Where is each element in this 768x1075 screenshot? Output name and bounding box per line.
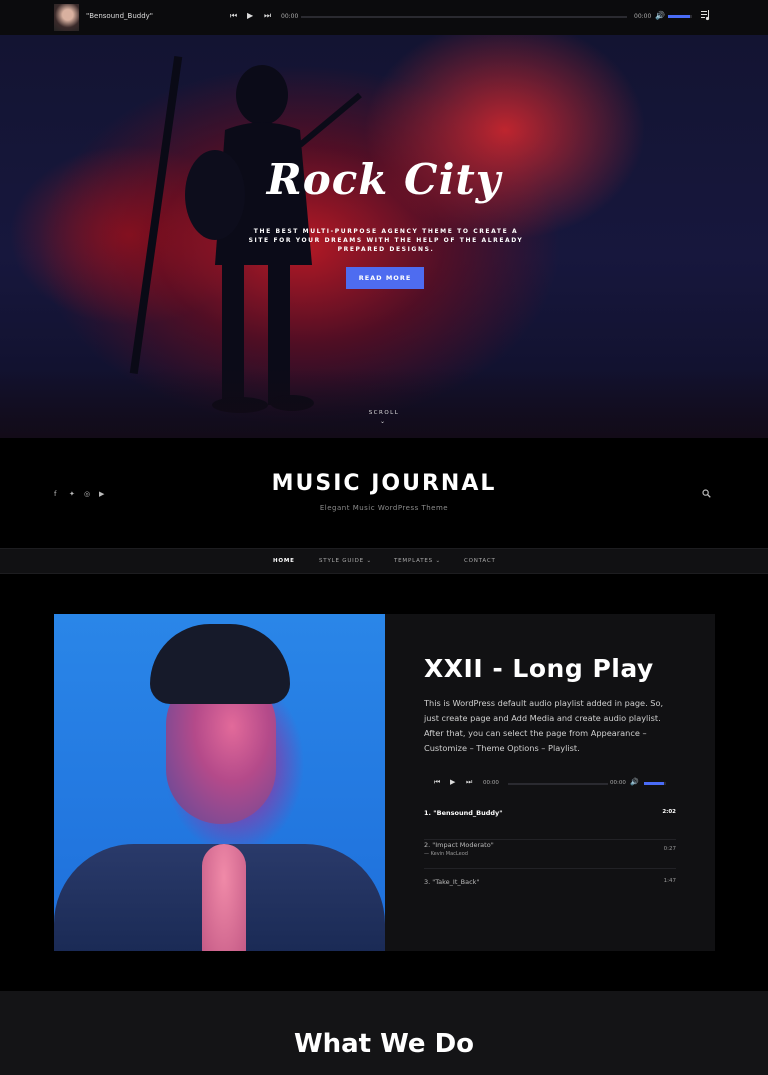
- time-current: 00:00: [281, 13, 299, 20]
- volume-fill: [668, 15, 690, 18]
- nav-home[interactable]: HOME: [273, 558, 295, 564]
- scroll-label[interactable]: SCROLL: [0, 410, 768, 416]
- what-we-do-section: What We Do: [0, 991, 768, 1075]
- section-title: What We Do: [293, 1029, 475, 1059]
- track-title[interactable]: 1. "Bensound_Buddy": [424, 809, 503, 817]
- track-thumbnail: [54, 4, 79, 31]
- next-track-icon[interactable]: ⏭: [264, 11, 271, 21]
- playlist-description: This is WordPress default audio playlist…: [424, 698, 664, 753]
- photo-hands: [202, 844, 246, 951]
- nav-templates[interactable]: TEMPLATES ⌄: [394, 558, 441, 564]
- play-icon[interactable]: ▶: [247, 11, 253, 20]
- main-navigation: HOME STYLE GUIDE ⌄ TEMPLATES ⌄ CONTACT: [0, 548, 768, 574]
- time-total: 00:00: [610, 780, 626, 786]
- volume-fill: [644, 782, 664, 785]
- playlist-title: XXII - Long Play: [424, 654, 654, 683]
- track-duration: 0:27: [663, 846, 676, 852]
- artist-photo: [54, 614, 385, 951]
- track-title[interactable]: 2. "Impact Moderato": [424, 841, 494, 849]
- track-title[interactable]: 3. "Take_It_Back": [424, 878, 479, 886]
- playlist-icon[interactable]: [701, 10, 711, 21]
- previous-track-icon[interactable]: ⏮: [230, 11, 237, 21]
- track-artist: — Kevin MacLeod: [424, 851, 468, 857]
- playlist-track[interactable]: 3. "Take_It_Back" 1:47: [424, 878, 676, 903]
- progress-bar[interactable]: [508, 783, 608, 785]
- time-total: 00:00: [634, 13, 652, 20]
- track-duration: 1:47: [663, 878, 676, 884]
- next-track-icon[interactable]: ⏭: [466, 778, 472, 787]
- nav-contact[interactable]: CONTACT: [464, 558, 496, 564]
- playlist-audio-player: ⏮ ▶ ⏭ 00:00 00:00 🔊: [424, 773, 669, 795]
- nav-style-guide[interactable]: STYLE GUIDE ⌄: [319, 558, 372, 564]
- hero-banner: Rock City THE BEST MULTI-PURPOSE AGENCY …: [0, 35, 768, 438]
- progress-bar[interactable]: [301, 16, 627, 18]
- playlist-track[interactable]: 2. "Impact Moderato" — Kevin MacLeod 0:2…: [424, 840, 676, 869]
- site-tagline: Elegant Music WordPress Theme: [319, 504, 449, 512]
- current-track-title: "Bensound_Buddy": [86, 12, 153, 20]
- volume-slider[interactable]: [644, 782, 666, 785]
- chevron-down-icon[interactable]: ⌄: [380, 418, 385, 425]
- site-title[interactable]: MUSIC JOURNAL: [0, 471, 768, 496]
- read-more-button[interactable]: READ MORE: [346, 267, 424, 289]
- photo-cap: [150, 624, 290, 704]
- volume-icon[interactable]: 🔊: [655, 11, 665, 20]
- hero-title: Rock City: [266, 155, 502, 204]
- site-header: f ✦ ◎ ▶ MUSIC JOURNAL Elegant Music Word…: [0, 438, 768, 548]
- previous-track-icon[interactable]: ⏮: [434, 778, 440, 787]
- play-icon[interactable]: ▶: [450, 778, 455, 786]
- stage-floor: [0, 368, 768, 438]
- track-duration: 2:02: [662, 809, 676, 815]
- search-icon[interactable]: [702, 489, 711, 498]
- time-current: 00:00: [483, 780, 499, 786]
- hero-subtitle: THE BEST MULTI-PURPOSE AGENCY THEME TO C…: [248, 228, 524, 253]
- volume-icon[interactable]: 🔊: [630, 778, 639, 786]
- playlist-track[interactable]: 1. "Bensound_Buddy" 2:02: [424, 809, 676, 840]
- top-audio-player: "Bensound_Buddy" ⏮ ▶ ⏭ 00:00 00:00 🔊: [0, 0, 768, 35]
- playlist-section: XXII - Long Play This is WordPress defau…: [54, 614, 715, 951]
- volume-slider[interactable]: [668, 15, 692, 18]
